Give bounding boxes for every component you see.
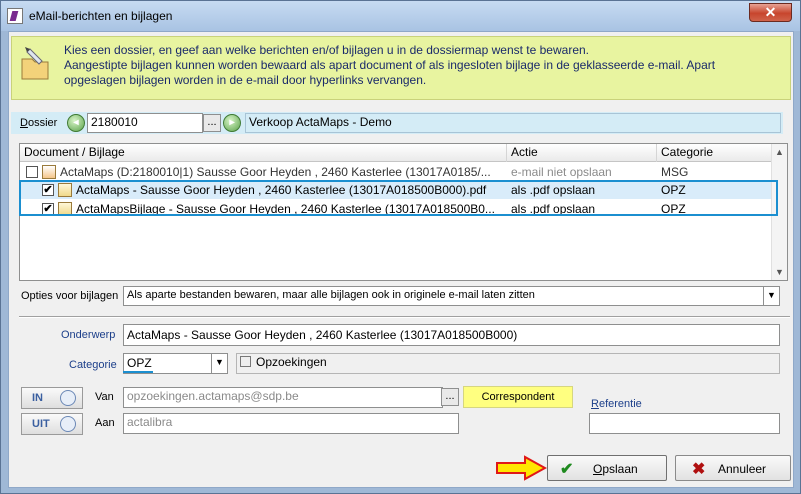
app-icon: [7, 8, 23, 24]
info-line-2: Aangestipte bijlagen kunnen worden bewaa…: [64, 58, 716, 72]
in-button[interactable]: IN: [21, 387, 83, 409]
category-description: Opzoekingen: [236, 353, 780, 374]
dossier-number-input[interactable]: 2180010: [87, 113, 203, 133]
options-select[interactable]: Als aparte bestanden bewaren, maar alle …: [123, 286, 780, 306]
title-bar[interactable]: eMail-berichten en bijlagen ✕: [1, 1, 800, 31]
save-button[interactable]: ✔ Opslaan: [547, 455, 667, 481]
info-text: Kies een dossier, en geef aan welke beri…: [64, 43, 784, 88]
row-action: e-mail niet opslaan: [511, 165, 612, 179]
category-icon: [240, 356, 251, 367]
info-line-1: Kies een dossier, en geef aan welke beri…: [64, 43, 589, 57]
scroll-down-arrow-icon[interactable]: ▼: [772, 264, 787, 280]
from-browse-button[interactable]: ...: [441, 388, 459, 406]
info-banner: Kies een dossier, en geef aan welke beri…: [11, 36, 791, 100]
close-button[interactable]: ✕: [749, 3, 792, 22]
dossier-go-button[interactable]: ▸: [223, 114, 241, 132]
dossier-description: Verkoop ActaMaps - Demo: [245, 113, 781, 133]
person-in-icon: [60, 390, 76, 406]
folder-pen-icon: [21, 47, 49, 80]
category-label: Categorie: [69, 359, 117, 371]
column-action[interactable]: Actie: [507, 144, 657, 162]
from-input[interactable]: opzoekingen.actamaps@sdp.be: [123, 387, 443, 408]
column-category[interactable]: Categorie: [657, 144, 773, 162]
scroll-up-arrow-icon[interactable]: ▲: [772, 144, 787, 160]
save-label: Opslaan: [593, 462, 638, 476]
info-line-3: opgeslagen bijlagen worden in de e-mail …: [64, 73, 427, 87]
in-button-label: IN: [32, 392, 43, 404]
checkmark-icon: ✔: [560, 461, 574, 478]
close-icon: ✖: [692, 461, 706, 478]
category-description-text: Opzoekingen: [256, 355, 327, 369]
list-item[interactable]: ActaMaps (D:2180010|1) Sausse Goor Heyde…: [20, 163, 773, 181]
options-value: Als aparte bestanden bewaren, maar alle …: [127, 289, 535, 301]
correspondent-badge[interactable]: Correspondent: [463, 386, 573, 408]
row-category: MSG: [661, 165, 689, 179]
email-icon: [42, 165, 56, 179]
subject-label: Onderwerp: [61, 329, 116, 341]
column-document[interactable]: Document / Bijlage: [20, 144, 507, 162]
dialog-body: Kies een dossier, en geef aan welke beri…: [8, 31, 794, 488]
category-value: OPZ: [127, 356, 152, 370]
dossier-label: Dossier: [20, 117, 58, 129]
window-title: eMail-berichten en bijlagen: [29, 9, 173, 23]
cancel-button[interactable]: ✖ Annuleer: [675, 455, 791, 481]
reference-label: Referentie: [591, 398, 642, 410]
out-button[interactable]: UIT: [21, 413, 83, 435]
out-button-label: UIT: [32, 418, 50, 430]
selection-highlight: [19, 180, 778, 216]
list-header: Document / Bijlage Actie Categorie: [20, 144, 773, 162]
category-highlight-underline: [123, 371, 153, 373]
dossier-browse-button[interactable]: ...: [203, 114, 221, 132]
separator: [19, 316, 790, 318]
person-out-icon: [60, 416, 76, 432]
chevron-down-icon[interactable]: ▼: [211, 354, 227, 373]
options-label: Opties voor bijlagen: [21, 290, 119, 302]
subject-input[interactable]: ActaMaps - Sausse Goor Heyden , 2460 Kas…: [123, 324, 780, 346]
dossier-prev-button[interactable]: ◂: [67, 114, 85, 132]
to-input[interactable]: actalibra: [123, 413, 459, 434]
cancel-label: Annuleer: [718, 462, 767, 476]
row-name: ActaMaps (D:2180010|1) Sausse Goor Heyde…: [60, 165, 491, 179]
from-label: Van: [95, 391, 114, 403]
dossier-bar: Dossier ◂ 2180010 ... ▸ Verkoop ActaMaps…: [11, 112, 783, 134]
row-checkbox[interactable]: [26, 166, 38, 178]
arrow-hint-icon: [496, 455, 547, 481]
reference-input[interactable]: [589, 413, 780, 434]
email-dialog-window: eMail-berichten en bijlagen ✕ Kies een d…: [0, 0, 801, 494]
to-label: Aan: [95, 417, 115, 429]
chevron-down-icon[interactable]: ▼: [763, 287, 779, 305]
